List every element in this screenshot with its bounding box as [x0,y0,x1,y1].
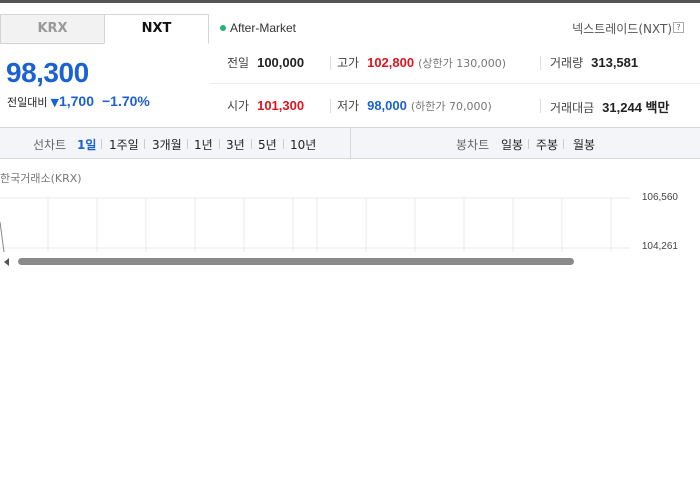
divider [330,56,331,70]
down-arrow-icon: ▼ [50,96,59,109]
period-5y[interactable]: 5년 [258,136,277,153]
stock-quote-widget: KRX NXT After-Market 넥스트레이드(NXT) ? 98,30… [0,3,700,267]
lower-limit: (하한가 70,000) [410,100,492,113]
stat-prev-close: 전일 100,000 [227,54,304,71]
scroll-thumb[interactable] [18,258,574,265]
y-tick-label: 104,261 [641,241,678,252]
price-chart: 106,560 104,261 [0,188,700,252]
divider [283,139,284,149]
stat-label: 전일 [227,56,250,70]
tab-krx[interactable]: KRX [0,14,105,44]
divider [540,56,541,70]
candle-chart-label: 봉차트 [456,138,490,152]
line-chart-label: 선차트 [33,138,67,152]
stat-value: 101,300 [257,98,305,113]
change-amount: 1,700 [58,93,94,109]
stat-value: 102,800 [367,55,415,70]
row-divider [210,83,700,84]
candle-weekly[interactable]: 주봉 [536,136,558,153]
market-status: After-Market [220,21,296,35]
price-change: 전일대비 ▼1,700 −1.70% [7,93,150,110]
divider [540,99,541,113]
candle-monthly[interactable]: 월봉 [573,136,595,153]
y-tick-label: 106,560 [641,192,678,203]
chart-scrollbar[interactable] [0,256,700,267]
status-dot-icon [220,24,226,31]
upper-limit: (상한가 130,000) [418,57,507,70]
stat-label: 거래량 [550,56,584,70]
chart-source-label: 한국거래소(KRX) [0,172,82,185]
stat-high: 고가 102,800 (상한가 130,000) [337,54,506,71]
toolbar-divider [350,128,351,158]
market-status-label: After-Market [230,21,297,35]
stat-value: 100,000 [257,55,305,70]
divider [101,139,102,149]
divider [528,139,529,149]
period-10y[interactable]: 10년 [290,136,316,153]
period-1y[interactable]: 1년 [194,136,213,153]
stat-low: 저가 98,000 (하한가 70,000) [337,97,492,114]
divider [144,139,145,149]
stat-value: 313,581 [591,55,639,70]
period-1w[interactable]: 1주일 [109,136,139,153]
change-label: 전일대비 [7,96,48,109]
scroll-left-arrow-icon[interactable] [4,258,9,266]
chart-period-toolbar: 선차트 1일 1주일 3개월 1년 3년 5년 10년 봉차트 일봉 주봉 월봉 [0,127,700,159]
divider [187,139,188,149]
candle-daily[interactable]: 일봉 [501,136,523,153]
stat-label: 거래대금 [550,101,595,115]
divider [219,139,220,149]
divider [251,139,252,149]
stat-label: 시가 [227,99,250,113]
stat-value: 98,000 [367,98,407,113]
period-3y[interactable]: 3년 [226,136,245,153]
period-1d[interactable]: 1일 [77,136,96,153]
stat-open: 시가 101,300 [227,97,304,114]
help-icon[interactable]: ? [673,22,684,33]
stat-trade-value: 거래대금 31,244 백만 [550,97,669,116]
divider [330,99,331,113]
chart-grid [0,197,630,252]
tab-nxt[interactable]: NXT [104,14,209,44]
stat-label: 저가 [337,99,360,113]
stat-volume: 거래량 313,581 [550,54,638,71]
stat-value: 31,244 백만 [602,100,670,115]
change-percent: −1.70% [102,93,150,109]
current-price: 98,300 [6,57,89,88]
divider [563,139,564,149]
stat-label: 고가 [337,56,360,70]
exchange-name: 넥스트레이드(NXT) [572,22,672,36]
period-3m[interactable]: 3개월 [152,136,182,153]
